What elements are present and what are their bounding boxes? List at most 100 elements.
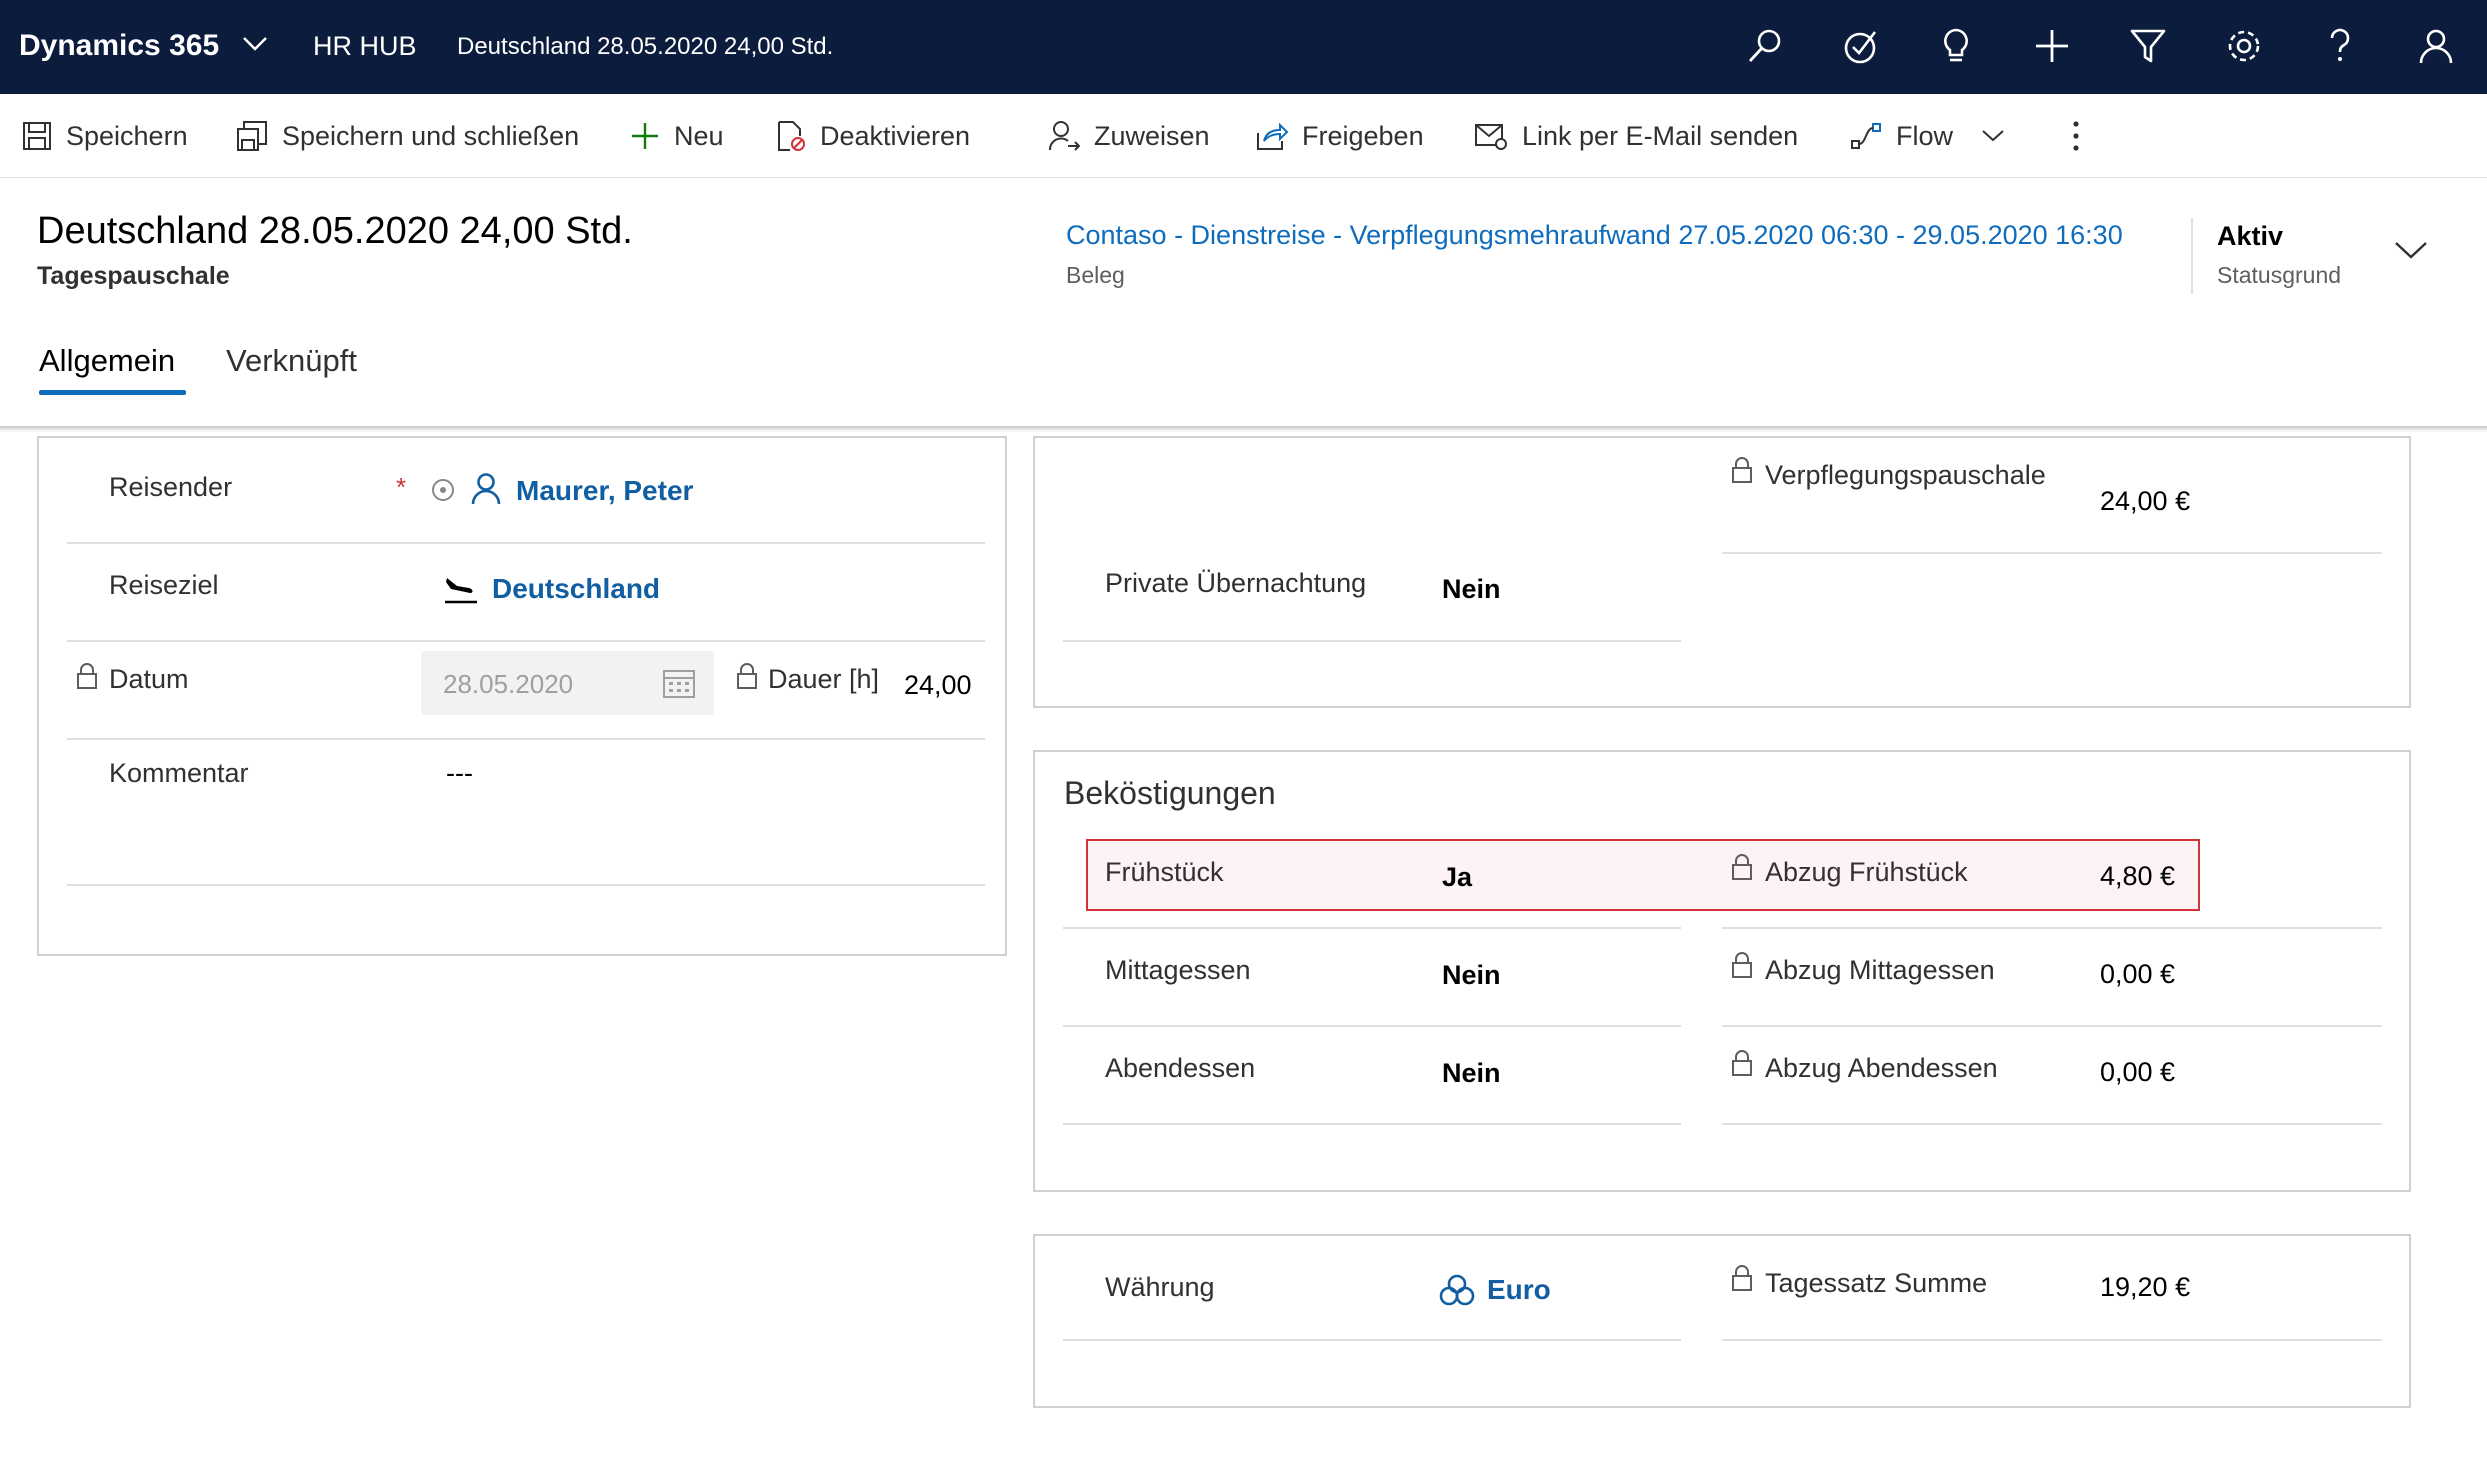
new-label: Neu <box>674 120 724 151</box>
lock-icon <box>736 662 758 695</box>
lock-icon <box>1731 456 1753 489</box>
search-icon[interactable] <box>1743 24 1787 68</box>
email-link-label: Link per E-Mail senden <box>1522 120 1799 151</box>
breakfast-value[interactable]: Ja <box>1442 862 1472 893</box>
lock-icon <box>76 662 98 695</box>
lunch-deduction-value: 0,00 € <box>2100 959 2176 989</box>
allowance-value: 24,00 € <box>2100 486 2191 516</box>
deactivate-icon <box>778 121 805 151</box>
command-bar: Speichern Speichern und schließen Neu De… <box>0 94 2487 178</box>
user-icon[interactable] <box>2414 24 2458 68</box>
chevron-down-icon[interactable] <box>242 36 268 57</box>
task-icon[interactable] <box>1839 24 1883 68</box>
current-record-title: Deutschland 28.05.2020 24,00 Std. <box>457 33 834 60</box>
comment-label: Kommentar <box>109 758 249 788</box>
lunch-value[interactable]: Nein <box>1442 960 1501 991</box>
daily-sum-label: Tagessatz Summe <box>1765 1268 1988 1298</box>
help-icon[interactable] <box>2318 24 2362 68</box>
filter-icon[interactable] <box>2126 24 2170 68</box>
share-label: Freigeben <box>1302 120 1424 151</box>
divider <box>67 738 985 740</box>
date-field[interactable]: 28.05.2020 <box>421 651 714 715</box>
dinner-label: Abendessen <box>1105 1053 1256 1083</box>
tab-general[interactable]: Allgemein <box>39 343 175 379</box>
divider <box>1722 927 2382 929</box>
private-overnight-value[interactable]: Nein <box>1442 574 1501 605</box>
assign-icon <box>1048 121 1080 151</box>
flow-button[interactable]: Flow <box>1850 114 2019 158</box>
email-link-button[interactable]: Link per E-Mail senden <box>1474 114 1798 158</box>
status-label: Statusgrund <box>2217 262 2342 288</box>
duration-value: 24,00 <box>904 670 972 700</box>
share-button[interactable]: Freigeben <box>1256 114 1424 158</box>
currency-link[interactable]: Euro <box>1487 1274 1551 1306</box>
receipt-lookup-link[interactable]: Contaso - Dienstreise - Verpflegungsmehr… <box>1066 220 2123 251</box>
tab-related[interactable]: Verknüpft <box>226 343 357 379</box>
lock-icon <box>1731 951 1753 984</box>
divider <box>67 542 985 544</box>
save-button[interactable]: Speichern <box>22 114 188 158</box>
dinner-value[interactable]: Nein <box>1442 1058 1501 1089</box>
currency-icon <box>1439 1272 1475 1313</box>
plus-icon[interactable] <box>2030 24 2074 68</box>
lunch-label: Mittagessen <box>1105 955 1251 985</box>
info-icon <box>431 478 455 507</box>
header-shadow <box>0 426 2487 432</box>
daily-sum-value: 19,20 € <box>2100 1272 2191 1302</box>
chevron-down-icon[interactable] <box>2394 240 2428 265</box>
app-name[interactable]: HR HUB <box>313 31 417 62</box>
new-button[interactable]: Neu <box>630 114 724 158</box>
status-value: Aktiv <box>2217 221 2284 251</box>
share-icon <box>1257 122 1288 150</box>
deactivate-button[interactable]: Deaktivieren <box>776 114 970 158</box>
save-close-button[interactable]: Speichern und schließen <box>236 114 579 158</box>
destination-link[interactable]: Deutschland <box>492 573 660 605</box>
airplane-landing-icon <box>443 572 479 611</box>
breakfast-deduction-value: 4,80 € <box>2100 861 2176 891</box>
plus-icon <box>632 123 658 149</box>
lock-icon <box>1731 1264 1753 1297</box>
gear-icon[interactable] <box>2222 24 2266 68</box>
date-value: 28.05.2020 <box>443 669 574 699</box>
divider <box>1722 1123 2382 1125</box>
lightbulb-icon[interactable] <box>1934 24 1978 68</box>
chevron-down-icon[interactable] <box>1981 129 2005 143</box>
calendar-icon[interactable] <box>662 667 696 704</box>
breakfast-deduction-label: Abzug Frühstück <box>1765 857 1968 887</box>
flow-icon <box>1851 123 1881 149</box>
date-label: Datum <box>109 664 189 694</box>
app-brand[interactable]: Dynamics 365 <box>19 29 219 63</box>
record-header: Deutschland 28.05.2020 24,00 Std. Tagesp… <box>0 178 2487 428</box>
traveler-link[interactable]: Maurer, Peter <box>516 475 693 507</box>
lock-icon <box>1731 1049 1753 1082</box>
lunch-deduction-label: Abzug Mittagessen <box>1765 955 1995 985</box>
save-close-label: Speichern und schließen <box>282 120 580 151</box>
receipt-lookup-label: Beleg <box>1066 262 1125 288</box>
assign-button[interactable]: Zuweisen <box>1048 114 1210 158</box>
breakfast-label: Frühstück <box>1105 857 1224 887</box>
required-indicator: * <box>396 472 407 502</box>
comment-value[interactable]: --- <box>446 758 473 789</box>
save-icon <box>23 122 51 150</box>
more-icon <box>2073 121 2079 151</box>
more-commands-button[interactable] <box>2064 114 2102 158</box>
save-label: Speichern <box>66 120 188 151</box>
lock-icon <box>1731 853 1753 886</box>
entity-name: Tagespauschale <box>37 262 230 290</box>
meals-section-title: Beköstigungen <box>1064 775 1276 811</box>
divider <box>1063 1025 1681 1027</box>
dinner-deduction-value: 0,00 € <box>2100 1057 2176 1087</box>
divider <box>1722 1339 2382 1341</box>
email-link-icon <box>1475 124 1507 150</box>
top-nav-bar: Dynamics 365 HR HUB Deutschland 28.05.20… <box>0 0 2487 94</box>
destination-label: Reiseziel <box>109 570 219 600</box>
duration-label: Dauer [h] <box>768 664 880 694</box>
flow-label: Flow <box>1896 120 1954 151</box>
header-divider <box>2191 218 2193 294</box>
divider <box>1063 640 1681 642</box>
divider <box>1063 1123 1681 1125</box>
assign-label: Zuweisen <box>1094 120 1210 151</box>
allowance-label: Verpflegungspauschale <box>1765 460 2046 490</box>
save-close-icon <box>237 121 267 151</box>
deactivate-label: Deaktivieren <box>820 120 971 151</box>
